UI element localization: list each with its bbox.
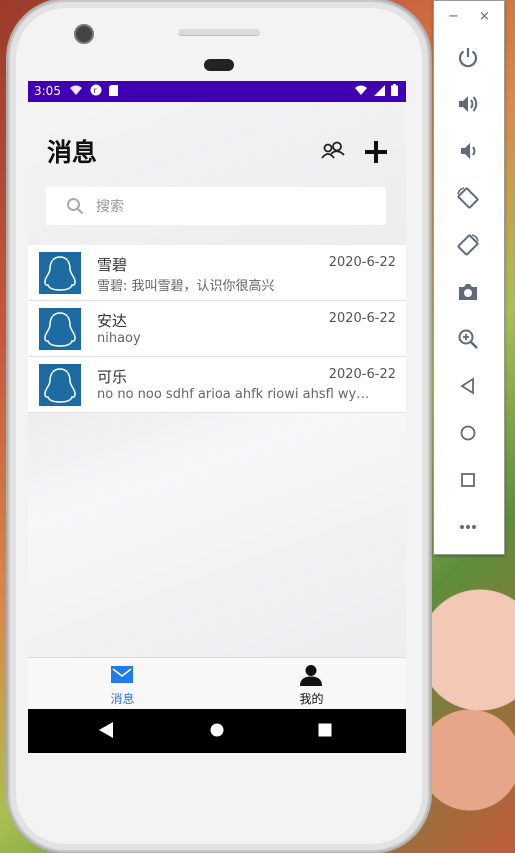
wifi-icon: [355, 85, 367, 95]
add-icon[interactable]: [363, 139, 389, 165]
volume-up-icon[interactable]: [456, 92, 480, 116]
conversation-row[interactable]: 雪碧 2020-6-22 雪碧: 我叫雪碧，认识你很高兴: [28, 245, 406, 301]
message-preview: 雪碧: 我叫雪碧，认识你很高兴: [97, 279, 275, 294]
tab-messages[interactable]: 消息: [28, 658, 217, 710]
person-icon: [300, 665, 322, 686]
power-icon[interactable]: [456, 45, 480, 69]
message-date: 2020-6-22: [328, 255, 396, 270]
message-preview: nihaoy: [97, 331, 141, 346]
tab-label: 我的: [299, 692, 324, 706]
emulator-toolbar: − ×: [433, 0, 505, 555]
tab-label: 消息: [110, 692, 135, 706]
envelope-icon: [111, 666, 133, 683]
nav-overview-icon[interactable]: [318, 722, 332, 738]
message-date: 2020-6-22: [328, 367, 396, 382]
conversation-list: 雪碧 2020-6-22 雪碧: 我叫雪碧，认识你很高兴 安达 2020-6-2…: [28, 245, 406, 413]
conversation-row[interactable]: 可乐 2020-6-22 no no noo sdhf arioa ahfk r…: [28, 357, 406, 413]
notification-icons: r: [70, 84, 118, 99]
search-bar[interactable]: [46, 187, 386, 225]
system-status-icons: [355, 84, 398, 99]
status-time: 3:05: [34, 84, 61, 98]
search-icon: [67, 198, 84, 215]
status-bar: 3:05 r: [28, 81, 406, 102]
penguin-avatar-icon: [44, 256, 76, 291]
back-icon[interactable]: [456, 374, 480, 398]
more-icon[interactable]: [456, 515, 480, 539]
earpiece-speaker: [178, 29, 260, 36]
home-icon[interactable]: [456, 421, 480, 445]
overview-icon[interactable]: [456, 468, 480, 492]
android-navigation-bar: [28, 709, 406, 753]
signal-icon: [373, 85, 385, 96]
app-screen: 3:05 r 消息 搜索 雪碧 2020-6-22 雪碧: 我叫雪碧，认识你很高…: [28, 81, 406, 753]
bottom-tab-bar: 消息 我的: [28, 657, 406, 710]
contact-name: 可乐: [97, 368, 128, 386]
nav-home-icon[interactable]: [210, 722, 224, 738]
volume-down-icon[interactable]: [456, 139, 480, 163]
zoom-icon[interactable]: [456, 327, 480, 351]
sd-card-icon: [109, 85, 118, 96]
app-notification-icon: r: [90, 84, 101, 96]
message-preview: no no noo sdhf arioa ahfk riowi ahsfl wy…: [97, 387, 377, 402]
tab-me[interactable]: 我的: [217, 658, 406, 710]
wifi-question-icon: [70, 85, 82, 95]
battery-icon: [391, 84, 398, 96]
message-date: 2020-6-22: [328, 311, 396, 326]
proximity-sensor: [204, 59, 234, 71]
front-camera: [74, 24, 94, 44]
nav-back-icon[interactable]: [99, 722, 113, 738]
search-input[interactable]: [94, 196, 358, 218]
rotate-left-icon[interactable]: [456, 186, 480, 210]
contact-name: 安达: [97, 312, 128, 330]
camera-icon[interactable]: [456, 280, 480, 304]
avatar: [39, 252, 81, 294]
conversation-row[interactable]: 安达 2020-6-22 nihaoy: [28, 301, 406, 357]
svg-text:r: r: [93, 86, 100, 95]
close-window-button[interactable]: ×: [479, 9, 490, 24]
avatar: [39, 364, 81, 406]
page-title: 消息: [47, 138, 98, 167]
penguin-avatar-icon: [44, 368, 76, 403]
rotate-right-icon[interactable]: [456, 233, 480, 257]
penguin-avatar-icon: [44, 312, 76, 347]
minimize-button[interactable]: −: [448, 9, 459, 24]
contact-name: 雪碧: [97, 256, 128, 274]
contacts-icon[interactable]: [321, 141, 345, 161]
avatar: [39, 308, 81, 350]
